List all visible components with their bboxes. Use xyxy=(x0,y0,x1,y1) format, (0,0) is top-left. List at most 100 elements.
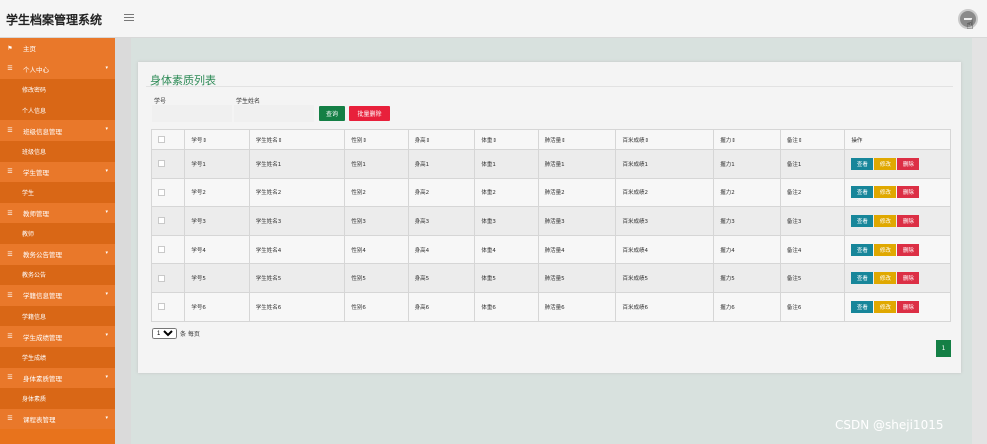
row-checkbox[interactable] xyxy=(158,246,165,254)
column-header[interactable]: 性别⇕ xyxy=(344,129,409,150)
sidebar-item-16[interactable]: ☰ 身体素质管理 ▾ xyxy=(0,367,115,389)
menu-toggle-icon[interactable] xyxy=(124,14,134,22)
batch-delete-button[interactable]: 批量删除 xyxy=(349,106,390,121)
view-button[interactable]: 查看 xyxy=(851,243,874,256)
delete-button[interactable]: 删除 xyxy=(897,243,920,256)
chevron-down-icon: ▾ xyxy=(105,208,108,215)
row-select-cell[interactable] xyxy=(150,177,186,208)
sidebar-item-0[interactable]: ⚑ 主页 xyxy=(0,38,115,59)
sidebar-item-label: 主页 xyxy=(23,45,36,54)
table-row: 学号2 学生姓名2 性别2 身高2 体重2 肺活量2 百米成绩2 握力2 备注2 查看 修改 删除 xyxy=(150,177,951,208)
row-select-cell[interactable] xyxy=(150,291,186,322)
sidebar-item-12[interactable]: ☰ 学籍信息管理 ▾ xyxy=(0,285,115,306)
column-header[interactable]: 体重⇕ xyxy=(474,129,539,150)
row-select-cell[interactable] xyxy=(150,149,186,179)
edit-button[interactable]: 修改 xyxy=(874,243,897,256)
table-cell: 肺活量4 xyxy=(537,234,617,265)
table-cell: 性别1 xyxy=(344,149,409,179)
xuehao-input[interactable] xyxy=(152,105,232,122)
delete-button[interactable]: 删除 xyxy=(897,186,920,199)
student-name-input[interactable] xyxy=(234,105,314,122)
edit-button[interactable]: 修改 xyxy=(874,300,897,313)
select-all-checkbox[interactable] xyxy=(158,136,165,143)
student-name-label: 学生姓名 xyxy=(236,98,261,105)
sidebar-item-2[interactable]: 修改密码 xyxy=(0,79,115,100)
sidebar-item-10[interactable]: ☰ 教务公告管理 ▾ xyxy=(0,243,115,265)
row-checkbox[interactable] xyxy=(158,160,165,168)
table-cell: 体重4 xyxy=(474,234,539,265)
sidebar-item-9[interactable]: 教师 xyxy=(0,223,115,244)
menu-icon: ☰ xyxy=(7,415,13,423)
sidebar-item-label: 个人中心 xyxy=(23,65,49,74)
sidebar-item-18[interactable]: ☰ 课程表管理 ▾ xyxy=(0,408,115,430)
table-row: 学号3 学生姓名3 性别3 身高3 体重3 肺活量3 百米成绩3 握力3 备注3 查看 修改 删除 xyxy=(150,206,951,236)
row-checkbox[interactable] xyxy=(158,217,165,225)
menu-icon: ☰ xyxy=(7,209,13,217)
edit-button[interactable]: 修改 xyxy=(874,186,897,199)
pagination-page-1[interactable]: 1 xyxy=(936,340,951,357)
query-button[interactable]: 查询 xyxy=(319,106,345,121)
sidebar-item-13[interactable]: 学籍信息 xyxy=(0,305,115,327)
sidebar-item-11[interactable]: 教务公告 xyxy=(0,264,115,286)
view-button[interactable]: 查看 xyxy=(851,272,874,285)
edit-button[interactable]: 修改 xyxy=(874,214,897,227)
sidebar-item-1[interactable]: ☰ 个人中心 ▾ xyxy=(0,58,115,80)
table-row: 学号1 学生姓名1 性别1 身高1 体重1 肺活量1 百米成绩1 握力1 备注1 查看 修改 删除 xyxy=(150,149,951,179)
row-actions: 查看 修改 删除 xyxy=(844,291,951,322)
row-checkbox[interactable] xyxy=(158,274,165,282)
edit-button[interactable]: 修改 xyxy=(874,272,897,285)
row-select-cell[interactable] xyxy=(150,263,186,293)
sidebar-item-label: 学籍信息管理 xyxy=(23,292,62,301)
table-cell: 肺活量6 xyxy=(537,291,617,322)
sidebar-item-3[interactable]: 个人信息 xyxy=(0,99,115,121)
chevron-down-icon: ▾ xyxy=(105,249,108,256)
mouse-cursor-icon: ☝ xyxy=(966,18,974,33)
scrollbar[interactable] xyxy=(972,38,987,444)
view-button[interactable]: 查看 xyxy=(851,214,874,227)
delete-button[interactable]: 删除 xyxy=(897,300,920,313)
sidebar-item-4[interactable]: ☰ 班级信息管理 ▾ xyxy=(0,120,115,141)
view-button[interactable]: 查看 xyxy=(851,157,874,170)
delete-button[interactable]: 删除 xyxy=(897,214,920,227)
table-cell: 肺活量1 xyxy=(537,149,617,179)
edit-button[interactable]: 修改 xyxy=(874,157,897,170)
page-size-select[interactable]: 10 xyxy=(152,328,177,339)
table-cell: 百米成绩5 xyxy=(615,263,715,293)
table-cell: 学生姓名4 xyxy=(248,234,346,265)
sidebar-item-7[interactable]: 学生 xyxy=(0,182,115,203)
sidebar-item-14[interactable]: ☰ 学生成绩管理 ▾ xyxy=(0,326,115,347)
sidebar-item-8[interactable]: ☰ 教师管理 ▾ xyxy=(0,202,115,224)
column-header[interactable]: 学号⇕ xyxy=(184,129,250,150)
column-header[interactable]: 操作 xyxy=(844,129,951,150)
sidebar-item-label: 课程表管理 xyxy=(23,415,56,424)
table-cell: 体重1 xyxy=(474,149,539,179)
view-button[interactable]: 查看 xyxy=(851,300,874,313)
table-cell: 性别3 xyxy=(344,206,409,236)
sidebar-item-6[interactable]: ☰ 学生管理 ▾ xyxy=(0,161,115,183)
chevron-down-icon: ▾ xyxy=(105,373,108,380)
column-header[interactable]: 握力⇕ xyxy=(713,129,781,150)
column-header[interactable]: 学生姓名⇕ xyxy=(248,129,346,150)
view-button[interactable]: 查看 xyxy=(851,186,874,199)
row-select-cell[interactable] xyxy=(150,234,186,265)
row-checkbox[interactable] xyxy=(158,303,165,311)
row-select-cell[interactable] xyxy=(150,206,186,236)
table-cell: 身高2 xyxy=(407,177,476,208)
sidebar-item-17[interactable]: 身体素质 xyxy=(0,388,115,409)
table-cell: 性别6 xyxy=(344,291,409,322)
table-cell: 性别4 xyxy=(344,234,409,265)
sidebar-item-5[interactable]: 班级信息 xyxy=(0,140,115,162)
table-cell: 备注6 xyxy=(779,291,846,322)
sidebar-item-15[interactable]: 学生成绩 xyxy=(0,346,115,368)
menu-icon: ☰ xyxy=(7,250,13,258)
column-header[interactable]: 身高⇕ xyxy=(407,129,476,150)
sidebar-item-label: 教师 xyxy=(22,231,35,239)
sidebar-item-label: 教务公告 xyxy=(22,272,47,280)
row-checkbox[interactable] xyxy=(158,188,165,196)
column-header[interactable]: 备注⇕ xyxy=(779,129,846,150)
delete-button[interactable]: 删除 xyxy=(897,272,920,285)
column-header[interactable]: 肺活量⇕ xyxy=(537,129,617,150)
select-all-header[interactable] xyxy=(150,129,186,150)
column-header[interactable]: 百米成绩⇕ xyxy=(615,129,715,150)
delete-button[interactable]: 删除 xyxy=(897,157,920,170)
